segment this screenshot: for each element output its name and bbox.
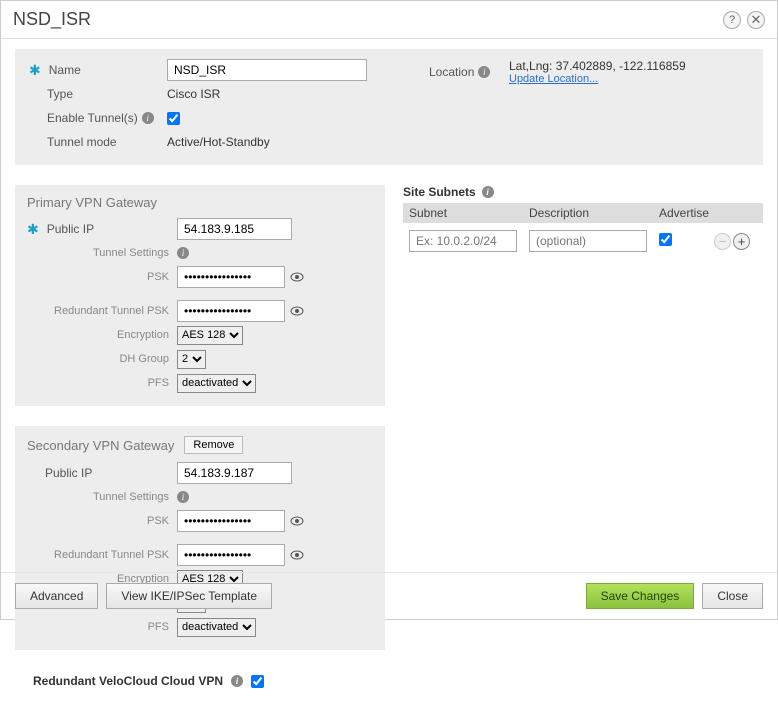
dh-group-label: DH Group — [119, 353, 169, 365]
subnet-header-description: Description — [523, 203, 653, 223]
tunnel-settings-label: Tunnel Settings — [93, 491, 169, 503]
enable-tunnels-label: Enable Tunnel(s) — [47, 111, 138, 125]
primary-encryption-select[interactable]: AES 128 — [177, 326, 243, 345]
encryption-label: Encryption — [117, 329, 169, 341]
enable-tunnels-checkbox[interactable] — [167, 112, 180, 125]
redundant-psk-label: Redundant Tunnel PSK — [54, 305, 169, 317]
remove-subnet-button[interactable]: − — [714, 233, 731, 250]
type-label: Type — [47, 87, 73, 101]
eye-icon[interactable] — [289, 306, 305, 316]
info-icon[interactable]: i — [177, 491, 189, 503]
dialog-footer: Advanced View IKE/IPSec Template Save Ch… — [1, 572, 777, 619]
info-icon[interactable]: i — [482, 186, 494, 198]
dialog-title: NSD_ISR — [13, 9, 717, 30]
info-icon[interactable]: i — [142, 112, 154, 124]
tunnel-mode-value: Active/Hot-Standby — [167, 135, 270, 149]
redundant-psk-label: Redundant Tunnel PSK — [54, 549, 169, 561]
primary-pfs-select[interactable]: deactivated — [177, 374, 256, 393]
secondary-gateway-title: Secondary VPN Gateway — [27, 438, 174, 453]
primary-public-ip-input[interactable] — [177, 218, 292, 240]
public-ip-label: Public IP — [47, 222, 94, 236]
secondary-public-ip-input[interactable] — [177, 462, 292, 484]
eye-icon[interactable] — [289, 516, 305, 526]
primary-psk-input[interactable] — [177, 266, 285, 288]
view-template-button[interactable]: View IKE/IPSec Template — [106, 583, 272, 609]
subnet-table: Subnet Description Advertise − + — [403, 203, 763, 255]
site-subnets-title: Site Subnets — [403, 185, 476, 199]
info-icon[interactable]: i — [478, 66, 490, 78]
remove-secondary-button[interactable]: Remove — [184, 436, 243, 454]
location-label: Location — [429, 65, 474, 79]
eye-icon[interactable] — [289, 272, 305, 282]
top-panel: ✱Name Type Cisco ISR Enable Tunnel(s) i … — [15, 49, 763, 165]
secondary-pfs-select[interactable]: deactivated — [177, 618, 256, 637]
name-input[interactable] — [167, 59, 367, 81]
pfs-label: PFS — [148, 621, 169, 633]
required-star: ✱ — [29, 62, 41, 79]
psk-label: PSK — [147, 515, 169, 527]
psk-label: PSK — [147, 271, 169, 283]
tunnel-mode-label: Tunnel mode — [47, 135, 117, 149]
primary-gateway-title: Primary VPN Gateway — [27, 195, 373, 210]
redundant-vpn-label: Redundant VeloCloud Cloud VPN — [33, 674, 223, 688]
pfs-label: PFS — [148, 377, 169, 389]
info-icon[interactable]: i — [177, 247, 189, 259]
latlng-label: Lat,Lng: — [509, 59, 552, 73]
close-button[interactable]: Close — [702, 583, 763, 609]
primary-dh-select[interactable]: 2 — [177, 350, 206, 369]
advanced-button[interactable]: Advanced — [15, 583, 98, 609]
update-location-link[interactable]: Update Location... — [509, 73, 686, 85]
subnet-header-subnet: Subnet — [403, 203, 523, 223]
close-icon[interactable]: ✕ — [747, 11, 765, 29]
subnet-header-advertise: Advertise — [653, 203, 708, 223]
info-icon[interactable]: i — [231, 675, 243, 687]
name-label: Name — [49, 63, 81, 77]
tunnel-settings-label: Tunnel Settings — [93, 247, 169, 259]
secondary-redundant-psk-input[interactable] — [177, 544, 285, 566]
subnet-advertise-checkbox[interactable] — [659, 233, 672, 246]
primary-redundant-psk-input[interactable] — [177, 300, 285, 322]
type-value: Cisco ISR — [167, 87, 220, 101]
primary-gateway-box: Primary VPN Gateway ✱ Public IP Tunnel Se… — [15, 185, 385, 406]
subnet-desc-input[interactable] — [529, 230, 647, 252]
help-icon[interactable]: ? — [723, 11, 741, 29]
save-changes-button[interactable]: Save Changes — [586, 583, 695, 609]
eye-icon[interactable] — [289, 550, 305, 560]
secondary-psk-input[interactable] — [177, 510, 285, 532]
public-ip-label: Public IP — [45, 466, 92, 480]
subnet-input[interactable] — [409, 230, 517, 252]
latlng-value: 37.402889, -122.116859 — [556, 59, 686, 73]
add-subnet-button[interactable]: + — [733, 233, 750, 250]
required-star: ✱ — [27, 221, 39, 238]
redundant-vpn-checkbox[interactable] — [251, 675, 264, 688]
subnet-row: − + — [403, 223, 763, 255]
